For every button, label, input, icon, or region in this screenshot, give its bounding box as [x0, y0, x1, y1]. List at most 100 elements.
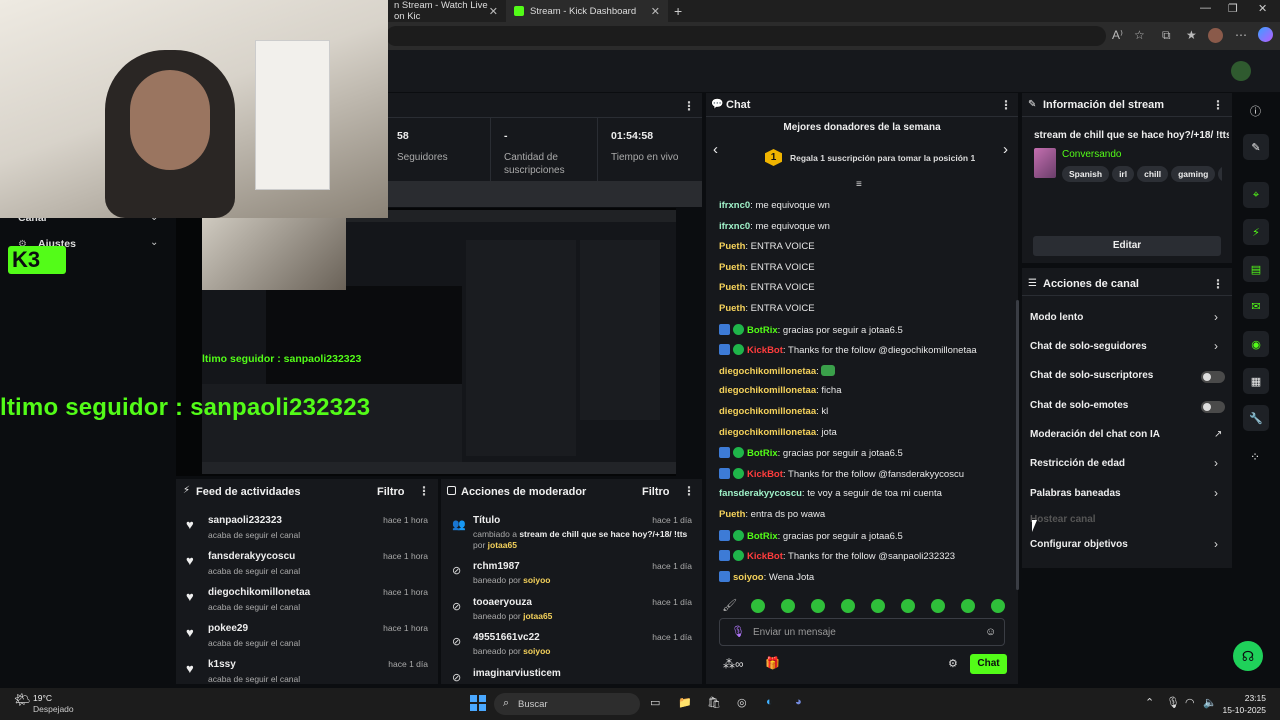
chat-username[interactable]: BotRix: [747, 325, 778, 336]
chat-username[interactable]: KickBot: [747, 345, 783, 356]
gift-icon[interactable]: 🎁: [765, 656, 780, 670]
chevron-up-icon[interactable]: ⌃: [1145, 696, 1154, 709]
activity-filter-button[interactable]: Filtro: [377, 486, 405, 498]
more-options-icon[interactable]: ⋮: [1212, 277, 1224, 291]
more-options-icon[interactable]: ⋮: [1000, 98, 1012, 112]
support-headset-icon[interactable]: ☊: [1233, 641, 1263, 671]
channel-option[interactable]: Hostear canal: [1030, 514, 1096, 525]
stream-tag[interactable]: Spanish: [1062, 166, 1110, 182]
chat-username[interactable]: diegochikomillonetaa: [719, 366, 816, 377]
chat-settings-gear-icon[interactable]: ⚙: [948, 657, 958, 670]
new-tab-button[interactable]: +: [674, 3, 682, 19]
edit-button[interactable]: Editar: [1033, 236, 1221, 256]
more-options-icon[interactable]: ⋮: [1212, 98, 1224, 112]
chevron-right-icon[interactable]: ›: [1214, 456, 1218, 470]
address-bar[interactable]: [386, 26, 1106, 46]
chat-username[interactable]: fansderakyycoscu: [719, 488, 802, 499]
channel-option[interactable]: Chat de solo-seguidores: [1030, 341, 1147, 352]
user-avatar[interactable]: [1231, 61, 1251, 81]
emote-icon[interactable]: [841, 599, 855, 613]
chat-username[interactable]: Pueth: [719, 509, 745, 520]
edit-pencil-icon[interactable]: ✎: [1243, 134, 1269, 160]
document-icon[interactable]: ▤: [1243, 256, 1269, 282]
layout-icon[interactable]: ▦: [1243, 368, 1269, 394]
activity-user[interactable]: sanpaoli232323: [208, 515, 282, 526]
chat-username[interactable]: ifrxnc0: [719, 221, 750, 232]
browser-tab-dashboard[interactable]: Stream - Kick Dashboard ✕: [506, 0, 668, 22]
store-icon[interactable]: 🛍: [707, 696, 721, 709]
chat-username[interactable]: diegochikomillonetaa: [719, 406, 816, 417]
toggle-switch[interactable]: [1201, 401, 1225, 413]
chat-username[interactable]: BotRix: [747, 448, 778, 459]
chevron-left-icon[interactable]: ‹: [713, 141, 718, 158]
mod-action-moderator[interactable]: jotaa65: [488, 540, 517, 550]
chat-username[interactable]: Pueth: [719, 241, 745, 252]
mod-filter-button[interactable]: Filtro: [642, 486, 670, 498]
channel-option[interactable]: Configurar objetivos: [1030, 539, 1128, 550]
activity-user[interactable]: k1ssy: [208, 659, 236, 670]
volume-icon[interactable]: 🔈: [1203, 696, 1217, 709]
more-options-icon[interactable]: ⋮: [418, 484, 430, 498]
chat-username[interactable]: Pueth: [719, 303, 745, 314]
minimize-icon[interactable]: —: [1200, 2, 1211, 14]
info-icon[interactable]: ⓘ: [1250, 103, 1261, 119]
close-window-icon[interactable]: ✕: [1258, 2, 1267, 15]
broadcast-icon[interactable]: ◉: [1243, 331, 1269, 357]
activity-user[interactable]: pokee29: [208, 623, 248, 634]
emote-icon[interactable]: [901, 599, 915, 613]
brush-icon[interactable]: 🖌: [722, 598, 737, 612]
chat-icon[interactable]: ✉: [1243, 293, 1269, 319]
emote-icon[interactable]: [991, 599, 1005, 613]
stream-tag[interactable]: irl: [1112, 166, 1135, 182]
more-menu-icon[interactable]: ⋯: [1235, 28, 1247, 42]
favorite-star-icon[interactable]: ☆: [1134, 28, 1145, 42]
apps-icon[interactable]: ⁘: [1250, 450, 1260, 464]
stream-tag[interactable]: chill: [1137, 166, 1169, 182]
file-explorer-icon[interactable]: 📁: [678, 696, 692, 709]
category-name[interactable]: Conversando: [1062, 149, 1121, 160]
camera-target-icon[interactable]: ⌖: [1243, 182, 1269, 208]
chevron-right-icon[interactable]: ›: [1003, 141, 1008, 158]
emote-icon[interactable]: [781, 599, 795, 613]
microphone-icon[interactable]: 🎙: [731, 625, 745, 638]
chevron-right-icon[interactable]: ›: [1214, 310, 1218, 324]
chat-username[interactable]: Pueth: [719, 262, 745, 273]
channel-option[interactable]: Modo lento: [1030, 312, 1083, 323]
chat-username[interactable]: KickBot: [747, 469, 783, 480]
chat-username[interactable]: KickBot: [747, 551, 783, 562]
browser-tab-watch[interactable]: n Stream - Watch Live on Kic ✕: [386, 0, 506, 22]
mod-action-moderator[interactable]: jotaa65: [523, 611, 552, 621]
emoji-icon[interactable]: ☺: [985, 626, 996, 638]
emote-icon[interactable]: [871, 599, 885, 613]
points-infinity-icon[interactable]: ⁂∞: [723, 657, 744, 671]
more-options-icon[interactable]: ⋮: [683, 99, 695, 113]
filter-lines-icon[interactable]: ≡: [856, 179, 862, 190]
chat-username[interactable]: Pueth: [719, 282, 745, 293]
emote-icon[interactable]: [961, 599, 975, 613]
chat-username[interactable]: ifrxnc0: [719, 200, 750, 211]
send-chat-button[interactable]: Chat: [970, 654, 1007, 674]
mod-action-moderator[interactable]: soiyoo: [523, 575, 550, 585]
favorites-icon[interactable]: ★: [1186, 28, 1197, 42]
windows-start-icon[interactable]: [470, 695, 486, 711]
microphone-tray-icon[interactable]: 🎙: [1166, 696, 1180, 709]
chat-username[interactable]: soiyoo: [733, 572, 764, 583]
channel-option[interactable]: Moderación del chat con IA: [1030, 429, 1160, 440]
wifi-icon[interactable]: ◠: [1185, 696, 1195, 709]
activity-user[interactable]: fansderakyycoscu: [208, 551, 295, 562]
stream-tag[interactable]: gaming: [1171, 166, 1216, 182]
obs-icon[interactable]: ◎: [737, 696, 747, 709]
chevron-right-icon[interactable]: ›: [1214, 339, 1218, 353]
channel-option[interactable]: Chat de solo-emotes: [1030, 400, 1128, 411]
channel-option[interactable]: Restricción de edad: [1030, 458, 1125, 469]
maximize-icon[interactable]: ❐: [1228, 2, 1238, 15]
external-link-icon[interactable]: ↗: [1214, 429, 1222, 440]
discord-icon[interactable]: ◕: [795, 696, 802, 708]
toggle-switch[interactable]: [1201, 371, 1225, 383]
emote-icon[interactable]: [811, 599, 825, 613]
channel-option[interactable]: Palabras baneadas: [1030, 488, 1121, 499]
chat-username[interactable]: diegochikomillonetaa: [719, 385, 816, 396]
copilot-icon[interactable]: [1258, 27, 1273, 42]
lightning-icon[interactable]: ⚡: [1243, 219, 1269, 245]
chat-username[interactable]: BotRix: [747, 531, 778, 542]
